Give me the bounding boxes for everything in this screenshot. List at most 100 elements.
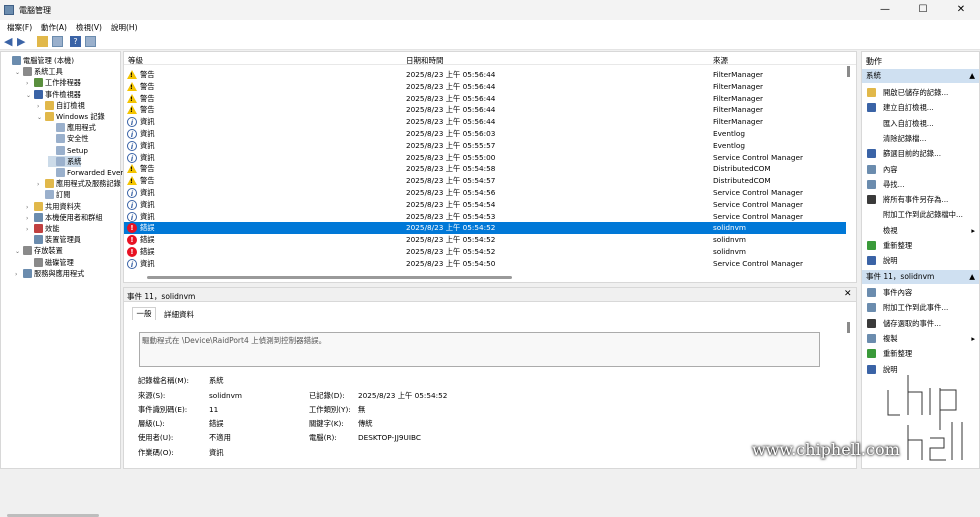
menu-view[interactable]: 檢視(V) — [76, 22, 102, 33]
event-level: 錯誤 — [140, 247, 155, 256]
column-datetime[interactable]: 日期和時間 — [406, 55, 444, 66]
event-row[interactable]: ! 警告 2025/8/23 上午 05:56:44 FilterManager — [124, 93, 846, 105]
menu-action[interactable]: 動作(A) — [41, 22, 67, 33]
action-item[interactable]: 將所有事件另存為... — [862, 192, 979, 207]
tree-item[interactable]: 安全性 — [48, 133, 89, 144]
tree-item[interactable]: 裝置管理員 — [26, 234, 81, 245]
event-row[interactable]: ! 警告 2025/8/23 上午 05:54:58 DistributedCOM — [124, 163, 846, 175]
action-item[interactable]: 事件內容 — [862, 285, 979, 300]
event-row[interactable]: ! 錯誤 2025/8/23 上午 05:54:52 solidnvm — [124, 222, 846, 235]
event-row[interactable]: ! 錯誤 2025/8/23 上午 05:54:52 solidnvm — [124, 234, 846, 246]
tree-item[interactable]: Setup — [48, 145, 88, 156]
tree-item[interactable]: › 工作排程器 — [26, 77, 81, 88]
properties-icon[interactable] — [85, 36, 96, 47]
event-row[interactable]: i 資訊 2025/8/23 上午 05:54:56 Service Control … — [124, 187, 846, 199]
tree-item[interactable]: ⌄ 存放裝置 — [15, 245, 63, 256]
chevron-down-icon[interactable]: ⌄ — [15, 246, 23, 257]
event-list-horizontal-scrollbar[interactable] — [147, 276, 512, 279]
tree-item[interactable]: 訂閱 — [37, 189, 70, 200]
tree-item[interactable]: › 自訂檢視 — [37, 100, 85, 111]
action-item[interactable]: 開啟已儲存的記錄... — [862, 85, 979, 100]
chevron-down-icon[interactable]: ⌄ — [15, 67, 23, 78]
close-button[interactable]: ✕ — [942, 0, 980, 20]
tree-item[interactable]: ⌄ Windows 記錄 — [37, 111, 105, 122]
action-item[interactable]: 內容 — [862, 162, 979, 177]
chevron-down-icon[interactable]: ⌄ — [26, 90, 34, 101]
close-detail-icon[interactable]: ✕ — [844, 289, 852, 299]
back-arrow-icon[interactable]: ◀ — [4, 36, 15, 47]
info-icon: i — [127, 199, 137, 210]
event-source: FilterManager — [713, 105, 764, 115]
actions-section-system[interactable]: 系統 ▲ — [862, 69, 979, 83]
maximize-button[interactable]: ☐ — [904, 0, 942, 20]
event-level: 資訊 — [140, 129, 155, 138]
action-item[interactable]: 重新整理 — [862, 238, 979, 253]
tree-item[interactable]: › 本機使用者和群組 — [26, 212, 103, 223]
event-level: 資訊 — [140, 117, 155, 127]
help-icon[interactable]: ? — [70, 36, 81, 47]
info-icon: i — [127, 211, 137, 222]
tree-item[interactable]: ⌄ 事件檢視器 — [26, 89, 81, 100]
actions-section-event[interactable]: 事件 11，solidnvm ▲ — [862, 270, 979, 284]
action-item[interactable]: 篩選目前的記錄... — [862, 146, 979, 161]
event-row[interactable]: ! 警告 2025/8/23 上午 05:56:44 FilterManager — [124, 69, 846, 81]
chevron-right-icon[interactable]: › — [15, 269, 23, 280]
tree-item[interactable]: 電腦管理 (本機) — [4, 55, 74, 66]
event-row[interactable]: ! 警告 2025/8/23 上午 05:56:44 FilterManager — [124, 104, 846, 116]
tree-item[interactable]: 系統 — [48, 155, 82, 167]
event-row[interactable]: i 資訊 2025/8/23 上午 05:56:44 FilterManager — [124, 116, 846, 128]
forward-arrow-icon[interactable]: ▶ — [17, 36, 28, 47]
action-item[interactable]: 重新整理 — [862, 346, 979, 361]
event-row[interactable]: i 資訊 2025/8/23 上午 05:55:57 Eventlog — [124, 140, 846, 152]
minimize-button[interactable]: — — [866, 0, 904, 20]
action-item[interactable]: 檢視 ▸ — [862, 223, 979, 238]
event-row[interactable]: ! 錯誤 2025/8/23 上午 05:54:52 solidnvm — [124, 246, 846, 258]
event-row[interactable]: i 資訊 2025/8/23 上午 05:54:53 Service Control … — [124, 211, 846, 223]
up-folder-icon[interactable] — [37, 36, 48, 47]
event-row[interactable]: ! 警告 2025/8/23 上午 05:56:44 FilterManager — [124, 81, 846, 93]
tab-details[interactable]: 詳細資料 — [164, 309, 194, 320]
chevron-down-icon[interactable]: ⌄ — [37, 112, 45, 123]
column-source[interactable]: 來源 — [713, 55, 728, 66]
action-item[interactable]: 附加工作到此記錄檔中... — [862, 207, 979, 222]
action-item[interactable]: 尋找... — [862, 177, 979, 192]
action-item[interactable]: 附加工作到此事件... — [862, 300, 979, 315]
event-level: 資訊 — [140, 258, 155, 268]
tree-item[interactable]: › 效能 — [26, 223, 59, 234]
tree-item[interactable]: ⌄ 系統工具 — [15, 66, 63, 77]
event-message-box[interactable]: 驅動程式在 \Device\RaidPort4 上偵測到控制器錯誤。 — [139, 332, 820, 367]
event-row[interactable]: i 資訊 2025/8/23 上午 05:54:54 Service Control … — [124, 199, 846, 211]
tree-item[interactable]: Forwarded Even — [48, 167, 125, 178]
event-datetime: 2025/8/23 上午 05:56:44 — [406, 81, 496, 91]
event-row[interactable]: i 資訊 2025/8/23 上午 05:56:03 Eventlog — [124, 128, 846, 140]
tree-item[interactable]: › 共用資料夾 — [26, 201, 81, 212]
tree-item[interactable]: 應用程式 — [48, 122, 96, 133]
action-item[interactable]: 說明 — [862, 253, 979, 268]
column-level[interactable]: 等級 — [128, 55, 143, 66]
action-item[interactable]: 匯入自訂檢視... — [862, 116, 979, 131]
tree-item[interactable]: › 應用程式及服務記錄 — [37, 178, 121, 189]
action-item[interactable]: 儲存選取的事件... — [862, 316, 979, 331]
value-opcode: 資訊 — [209, 448, 224, 457]
action-item[interactable]: 清除記錄檔... — [862, 131, 979, 146]
tree-item[interactable]: › 服務與應用程式 — [15, 268, 84, 279]
event-row[interactable]: i 資訊 2025/8/23 上午 05:54:50 Service Control … — [124, 258, 846, 270]
event-source: DistributedCOM — [713, 176, 771, 186]
menu-file[interactable]: 檔案(F) — [7, 22, 32, 33]
tree-item-label: 系統 — [67, 156, 82, 166]
tree-item[interactable]: 磁碟管理 — [26, 257, 74, 268]
detail-vertical-scrollbar[interactable] — [847, 322, 850, 333]
tree-node-icon — [34, 257, 43, 267]
show-hide-tree-icon[interactable] — [52, 36, 63, 47]
label-source: 來源(S): — [138, 391, 166, 400]
collapse-arrow-icon[interactable]: ▲ — [969, 270, 975, 284]
tab-general[interactable]: 一般 — [132, 307, 156, 320]
action-label: 尋找... — [883, 179, 905, 189]
collapse-arrow-icon[interactable]: ▲ — [969, 69, 975, 83]
action-item[interactable]: 建立自訂檢視... — [862, 100, 979, 115]
event-row[interactable]: ! 警告 2025/8/23 上午 05:54:57 DistributedCOM — [124, 175, 846, 187]
event-list-vertical-scrollbar[interactable] — [847, 66, 850, 77]
action-item[interactable]: 複製 ▸ — [862, 331, 979, 346]
event-row[interactable]: i 資訊 2025/8/23 上午 05:55:00 Service Control … — [124, 152, 846, 164]
menu-help[interactable]: 說明(H) — [111, 22, 138, 33]
